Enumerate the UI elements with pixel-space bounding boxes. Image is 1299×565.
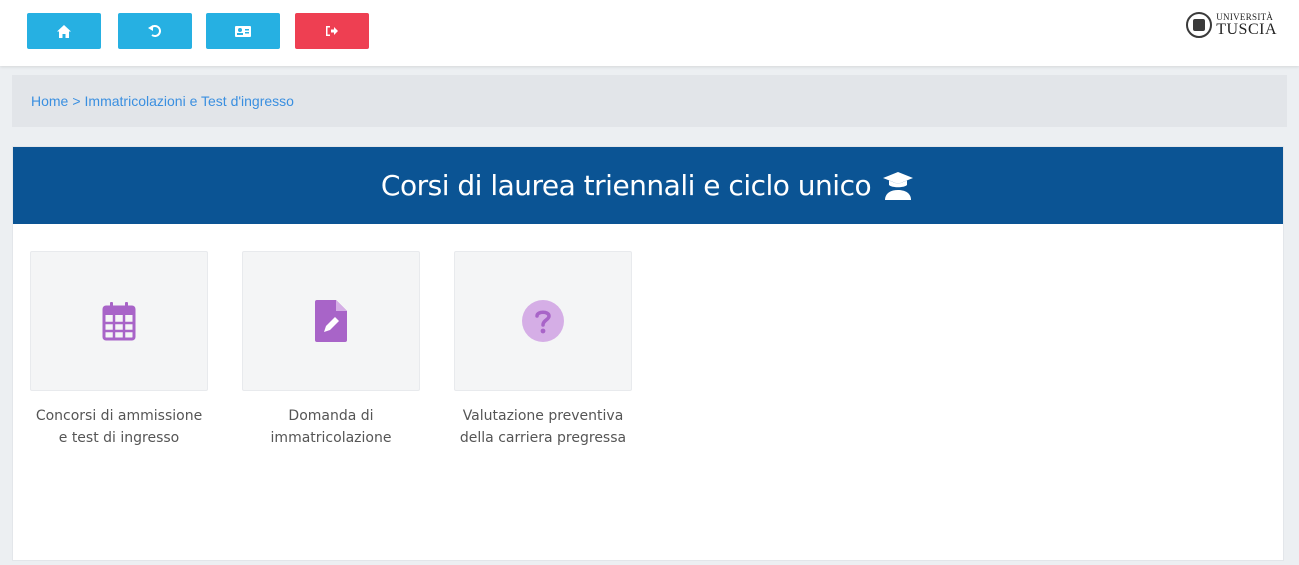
undo-icon bbox=[148, 25, 161, 37]
file-signature-icon bbox=[315, 300, 347, 342]
tile-valutazione-box[interactable] bbox=[454, 251, 632, 391]
logout-button[interactable] bbox=[295, 13, 369, 49]
tile-valutazione-label[interactable]: Valutazione preventiva della carriera pr… bbox=[454, 405, 632, 449]
graduate-icon bbox=[883, 171, 914, 200]
logo-line2: TUSCIA bbox=[1216, 20, 1277, 38]
back-button[interactable] bbox=[118, 13, 192, 49]
tile-concorsi-box[interactable] bbox=[30, 251, 208, 391]
calendar-icon bbox=[102, 302, 136, 341]
tile-concorsi-label[interactable]: Concorsi di ammissione e test di ingress… bbox=[30, 405, 208, 449]
panel-title: Corsi di laurea triennali e ciclo unico bbox=[380, 169, 872, 202]
tile-valutazione[interactable]: Valutazione preventiva della carriera pr… bbox=[454, 251, 632, 449]
university-seal-icon bbox=[1186, 12, 1213, 38]
panel-header: Corsi di laurea triennali e ciclo unico bbox=[13, 147, 1283, 224]
tile-concorsi[interactable]: Concorsi di ammissione e test di ingress… bbox=[30, 251, 208, 449]
breadcrumb: Home > Immatricolazioni e Test d'ingress… bbox=[12, 75, 1287, 127]
top-bar: UNIVERSITÀ TUSCIA bbox=[0, 0, 1299, 66]
question-circle-icon bbox=[522, 300, 564, 342]
home-button[interactable] bbox=[27, 13, 101, 49]
sign-out-icon bbox=[326, 26, 338, 36]
tile-domanda-label[interactable]: Domanda di immatricolazione bbox=[242, 405, 420, 449]
id-card-icon bbox=[235, 25, 251, 37]
university-logo: UNIVERSITÀ TUSCIA bbox=[1186, 12, 1277, 38]
breadcrumb-separator: > bbox=[72, 93, 81, 109]
home-icon bbox=[57, 24, 71, 38]
profile-button[interactable] bbox=[206, 13, 280, 49]
tile-domanda[interactable]: Domanda di immatricolazione bbox=[242, 251, 420, 449]
main-panel: Corsi di laurea triennali e ciclo unico … bbox=[12, 146, 1284, 561]
tile-domanda-box[interactable] bbox=[242, 251, 420, 391]
breadcrumb-current-link[interactable]: Immatricolazioni e Test d'ingresso bbox=[85, 93, 294, 109]
breadcrumb-home-link[interactable]: Home bbox=[31, 93, 68, 109]
